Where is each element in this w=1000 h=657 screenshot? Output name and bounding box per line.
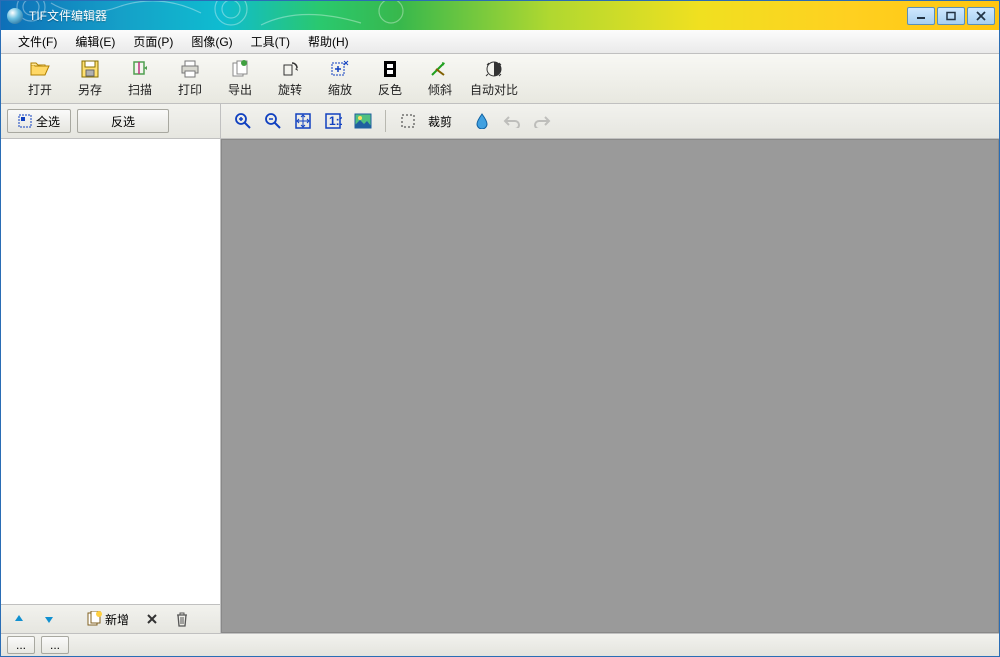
move-down-button[interactable] — [37, 607, 61, 631]
skew-button[interactable]: 倾斜 — [415, 57, 465, 101]
rotate-icon — [280, 60, 300, 78]
folder-open-icon — [30, 60, 50, 78]
save-as-button[interactable]: 另存 — [65, 57, 115, 101]
menu-image[interactable]: 图像(G) — [182, 30, 241, 53]
select-all-icon — [18, 114, 32, 128]
content-area: 新增 — [1, 139, 999, 633]
crop-label: 裁剪 — [428, 113, 452, 130]
sub-toolbar: 全选 反选 1:1 裁剪 — [1, 104, 999, 139]
main-toolbar: 打开 另存 扫描 打印 导出 旋转 缩放 反色 倾斜 自动对比 — [1, 54, 999, 104]
status-cell-1[interactable]: ... — [7, 636, 35, 654]
thumbnail-list[interactable] — [1, 139, 220, 604]
auto-contrast-button[interactable]: 自动对比 — [465, 57, 523, 101]
print-label: 打印 — [178, 81, 202, 98]
export-button[interactable]: 导出 — [215, 57, 265, 101]
status-bar: ... ... — [1, 633, 999, 656]
menu-page[interactable]: 页面(P) — [124, 30, 182, 53]
new-page-icon — [86, 611, 102, 627]
status-cell-2[interactable]: ... — [41, 636, 69, 654]
menu-tools[interactable]: 工具(T) — [242, 30, 299, 53]
printer-icon — [180, 60, 200, 78]
export-icon — [230, 60, 250, 78]
maximize-button[interactable] — [937, 7, 965, 25]
skew-icon — [430, 60, 450, 78]
fit-window-button[interactable] — [291, 109, 315, 133]
open-button[interactable]: 打开 — [15, 57, 65, 101]
skew-label: 倾斜 — [428, 81, 452, 98]
invert-selection-label: 反选 — [111, 113, 135, 130]
view-toolbar: 1:1 裁剪 — [221, 104, 999, 138]
select-all-button[interactable]: 全选 — [7, 109, 71, 133]
delete-button[interactable] — [140, 607, 164, 631]
window-title: TIF文件编辑器 — [29, 7, 107, 24]
crop-button[interactable] — [396, 109, 420, 133]
floppy-icon — [80, 60, 100, 78]
app-icon — [7, 8, 23, 24]
zoom-in-button[interactable] — [231, 109, 255, 133]
sidebar: 新增 — [1, 139, 221, 633]
contrast-icon — [484, 60, 504, 78]
picture-button[interactable] — [351, 109, 375, 133]
menu-file[interactable]: 文件(F) — [9, 30, 66, 53]
undo-button[interactable] — [500, 109, 524, 133]
select-all-label: 全选 — [36, 113, 60, 130]
rotate-label: 旋转 — [278, 81, 302, 98]
zoom-button[interactable]: 缩放 — [315, 57, 365, 101]
auto-contrast-label: 自动对比 — [470, 81, 518, 98]
menu-bar: 文件(F) 编辑(E) 页面(P) 图像(G) 工具(T) 帮助(H) — [1, 30, 999, 54]
invert-button[interactable]: 反色 — [365, 57, 415, 101]
zoom-icon — [330, 60, 350, 78]
invert-selection-button[interactable]: 反选 — [77, 109, 169, 133]
invert-label: 反色 — [378, 81, 402, 98]
save-as-label: 另存 — [78, 81, 102, 98]
zoom-out-button[interactable] — [261, 109, 285, 133]
svg-text:1:1: 1:1 — [329, 114, 342, 128]
scan-button[interactable]: 扫描 — [115, 57, 165, 101]
new-page-label: 新增 — [105, 611, 129, 628]
separator — [385, 110, 386, 132]
print-button[interactable]: 打印 — [165, 57, 215, 101]
rotate-button[interactable]: 旋转 — [265, 57, 315, 101]
move-up-button[interactable] — [7, 607, 31, 631]
actual-size-button[interactable]: 1:1 — [321, 109, 345, 133]
trash-button[interactable] — [170, 607, 194, 631]
droplet-button[interactable] — [470, 109, 494, 133]
zoom-label: 缩放 — [328, 81, 352, 98]
canvas-area[interactable] — [221, 139, 999, 633]
open-label: 打开 — [28, 81, 52, 98]
scan-icon — [130, 60, 150, 78]
scan-label: 扫描 — [128, 81, 152, 98]
close-button[interactable] — [967, 7, 995, 25]
invert-icon — [380, 60, 400, 78]
menu-edit[interactable]: 编辑(E) — [66, 30, 124, 53]
minimize-button[interactable] — [907, 7, 935, 25]
sidebar-toolbar: 新增 — [1, 604, 220, 633]
redo-button[interactable] — [530, 109, 554, 133]
menu-help[interactable]: 帮助(H) — [299, 30, 358, 53]
export-label: 导出 — [228, 81, 252, 98]
title-bar: TIF文件编辑器 — [1, 1, 999, 30]
new-page-button[interactable]: 新增 — [81, 607, 134, 631]
selection-toolbar: 全选 反选 — [1, 104, 221, 138]
